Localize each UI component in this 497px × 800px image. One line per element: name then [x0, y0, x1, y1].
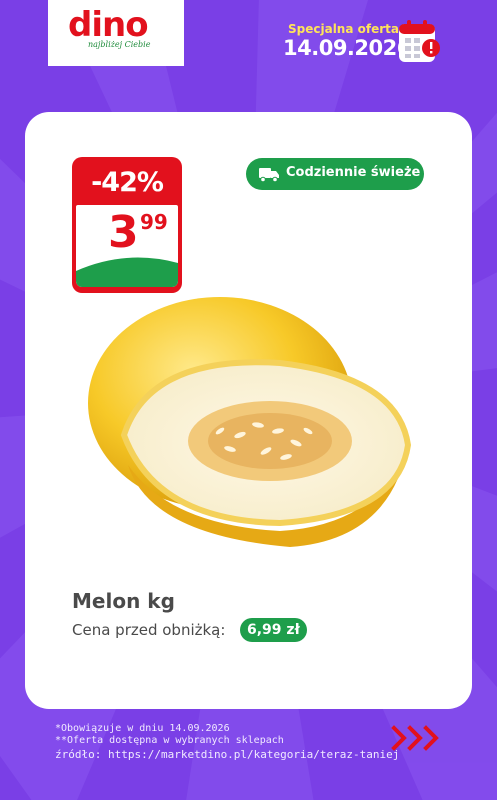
discount-label: -42%	[91, 167, 164, 198]
offer-label: Specjalna oferta	[288, 22, 399, 36]
price-main: 3	[108, 207, 139, 258]
fresh-badge: Codziennie świeże	[246, 158, 424, 190]
footnote-validity: *Obowiązuje w dniu 14.09.2026	[55, 723, 230, 734]
offer-date: 14.09.2026	[283, 36, 411, 60]
brand-logo: dino najbliżej Ciebie	[48, 0, 184, 66]
before-price-value: 6,99 zł	[240, 618, 307, 642]
before-price-label: Cena przed obniżką:	[72, 621, 226, 639]
price-tag: -42% 3 99	[72, 157, 182, 293]
brand-name: dino	[68, 5, 149, 45]
next-arrows-icon[interactable]	[390, 724, 446, 752]
fresh-badge-label: Codziennie świeże	[286, 165, 421, 180]
product-name: Melon kg	[72, 589, 175, 613]
product-image-melon	[88, 297, 412, 547]
footnote-availability: **Oferta dostępna w wybranych sklepach	[55, 735, 284, 746]
delivery-truck-icon	[259, 168, 279, 183]
price-decimal: 99	[140, 210, 168, 234]
price-panel: 3 99	[76, 205, 178, 287]
brand-tagline: najbliżej Ciebie	[88, 40, 151, 49]
calendar-alert-icon	[399, 20, 440, 62]
source-link[interactable]: źródło: https://marketdino.pl/kategoria/…	[55, 748, 399, 761]
